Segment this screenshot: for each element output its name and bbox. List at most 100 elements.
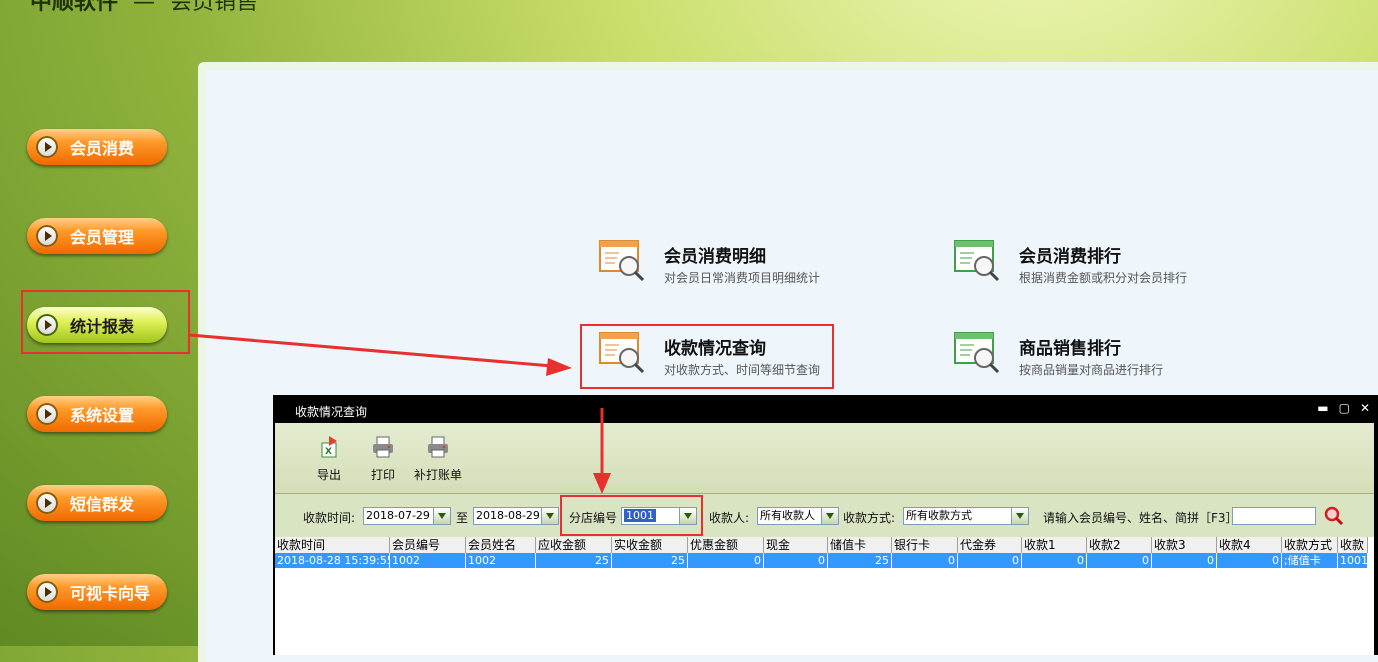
column-header[interactable]: 优惠金额 <box>688 537 764 553</box>
play-icon <box>36 492 58 514</box>
play-icon <box>36 136 58 158</box>
column-header[interactable]: 收款4 <box>1217 537 1282 553</box>
export-excel-icon: X <box>321 436 337 458</box>
search-hint: 请输入会员编号、姓名、简拼［F3］ <box>1043 511 1238 525</box>
method-value: 所有收款方式 <box>906 509 972 522</box>
reprint-icon <box>428 436 448 458</box>
search-icon[interactable] <box>1324 506 1344 526</box>
report-member-consume-rank[interactable]: 会员消费排行 根据消费金额或积分对会员排行 <box>954 238 1254 298</box>
column-header[interactable]: 会员编号 <box>390 537 466 553</box>
sidebar-item-member-consume[interactable]: 会员消费 <box>27 129 167 165</box>
sidebar-item-settings[interactable]: 系统设置 <box>27 396 167 432</box>
table-cell: 0 <box>1087 553 1152 568</box>
filter-bar: 收款时间: 2018-07-29 至 2018-08-29 分店编号 1001 … <box>275 494 1374 537</box>
highlight-box-branch <box>560 495 703 536</box>
sidebar-item-card-wizard[interactable]: 可视卡向导 <box>27 574 167 610</box>
column-header[interactable]: 银行卡 <box>892 537 958 553</box>
column-header[interactable]: 收款2 <box>1087 537 1152 553</box>
column-header[interactable]: 储值卡 <box>828 537 892 553</box>
toolbar-label: 补打账单 <box>413 468 462 482</box>
app-module: 会员销售 <box>170 0 259 15</box>
reprint-button[interactable]: 补打账单 <box>408 435 468 483</box>
table-cell: 1002 <box>390 553 466 568</box>
export-button[interactable]: X 导出 <box>299 435 359 483</box>
app-brand: 中顺软件 <box>30 0 119 15</box>
to-label: 至 <box>456 511 469 525</box>
table-cell: 25 <box>612 553 688 568</box>
table-cell: 0 <box>892 553 958 568</box>
report-search-green-icon <box>954 240 1000 282</box>
table-cell: 1002 <box>466 553 536 568</box>
chevron-down-icon[interactable] <box>821 508 838 524</box>
chevron-down-icon[interactable] <box>1011 508 1028 524</box>
report-desc: 对会员日常消费项目明细统计 <box>664 271 821 285</box>
column-header[interactable]: 收款1 <box>1022 537 1087 553</box>
column-header[interactable]: 应收金额 <box>536 537 612 553</box>
play-icon <box>36 403 58 425</box>
print-button[interactable]: 打印 <box>353 435 413 483</box>
report-desc: 按商品销量对商品进行排行 <box>1019 363 1164 377</box>
chevron-down-icon[interactable] <box>541 508 558 524</box>
chevron-down-icon[interactable] <box>433 508 450 524</box>
printer-icon <box>373 436 393 458</box>
maximize-icon[interactable]: ▢ <box>1339 401 1350 415</box>
payment-query-window: 收款情况查询 ▬ ▢ ✕ X 导出 打印 补打账单 收款时间: 2018-07-… <box>273 395 1378 655</box>
method-select[interactable]: 所有收款方式 <box>903 507 1029 525</box>
column-header[interactable]: 收款 <box>1338 537 1368 553</box>
table-cell: ;储值卡 <box>1282 553 1338 568</box>
report-title: 会员消费排行 <box>1019 247 1121 267</box>
app-separator: — <box>133 0 156 15</box>
payee-select[interactable]: 所有收款人 <box>757 507 839 525</box>
table-cell: 2018-08-28 15:39:55 <box>277 553 390 568</box>
app-title: 中顺软件 — 会员销售 <box>30 0 259 15</box>
date-to-picker[interactable]: 2018-08-29 <box>473 507 559 525</box>
sidebar-item-label: 会员消费 <box>70 139 135 158</box>
table-cell: 0 <box>958 553 1022 568</box>
report-search-orange-icon <box>599 240 645 282</box>
report-product-sales-rank[interactable]: 商品销售排行 按商品销量对商品进行排行 <box>954 330 1254 390</box>
table-cell: 0 <box>764 553 828 568</box>
window-title: 收款情况查询 <box>295 405 368 419</box>
payee-value: 所有收款人 <box>760 509 815 522</box>
method-label: 收款方式: <box>843 511 896 525</box>
column-header[interactable]: 代金券 <box>958 537 1022 553</box>
sidebar-item-label: 系统设置 <box>70 406 135 425</box>
report-title: 商品销售排行 <box>1019 339 1121 359</box>
column-header[interactable]: 收款3 <box>1152 537 1217 553</box>
toolbar: X 导出 打印 补打账单 <box>275 423 1374 494</box>
report-member-consume-detail[interactable]: 会员消费明细 对会员日常消费项目明细统计 <box>599 238 899 298</box>
table-cell: 1001 <box>1340 553 1368 568</box>
play-icon <box>36 581 58 603</box>
table-cell: 0 <box>1022 553 1087 568</box>
column-header[interactable]: 收款时间 <box>275 537 390 553</box>
sidebar-item-sms[interactable]: 短信群发 <box>27 485 167 521</box>
column-header[interactable]: 现金 <box>764 537 828 553</box>
table-row[interactable]: 2018-08-28 15:39:55 1002 1002 25 25 0 0 25 0 0 0 0 0… <box>275 553 1368 568</box>
sidebar-item-member-manage[interactable]: 会员管理 <box>27 218 167 254</box>
toolbar-label: 导出 <box>316 468 341 482</box>
column-header[interactable]: 收款方式 <box>1282 537 1338 553</box>
svg-text:X: X <box>325 447 332 457</box>
payment-table: 收款时间 会员编号 会员姓名 应收金额 实收金额 优惠金额 现金 储值卡 银行卡 代金券 收款1 收款… <box>275 537 1374 655</box>
highlight-box-nav <box>21 290 190 354</box>
sidebar-item-label: 短信群发 <box>70 495 135 514</box>
minimize-icon[interactable]: ▬ <box>1317 401 1328 415</box>
search-input[interactable] <box>1232 507 1316 525</box>
date-from-value: 2018-07-29 <box>366 509 430 522</box>
column-header[interactable]: 会员姓名 <box>466 537 536 553</box>
close-icon[interactable]: ✕ <box>1360 401 1370 415</box>
time-label: 收款时间: <box>303 511 356 525</box>
table-cell: 25 <box>828 553 892 568</box>
window-titlebar: 收款情况查询 ▬ ▢ ✕ <box>273 395 1378 423</box>
window-controls: ▬ ▢ ✕ <box>1317 401 1370 415</box>
report-desc: 根据消费金额或积分对会员排行 <box>1019 271 1188 285</box>
toolbar-label: 打印 <box>370 468 395 482</box>
sidebar-item-label: 可视卡向导 <box>70 584 151 603</box>
report-title: 会员消费明细 <box>664 247 766 267</box>
sidebar-item-label: 会员管理 <box>70 228 135 247</box>
table-header: 收款时间 会员编号 会员姓名 应收金额 实收金额 优惠金额 现金 储值卡 银行卡 代金券 收款1 收款… <box>275 537 1368 554</box>
date-to-value: 2018-08-29 <box>476 509 540 522</box>
payee-label: 收款人: <box>709 511 750 525</box>
date-from-picker[interactable]: 2018-07-29 <box>363 507 451 525</box>
column-header[interactable]: 实收金额 <box>612 537 688 553</box>
